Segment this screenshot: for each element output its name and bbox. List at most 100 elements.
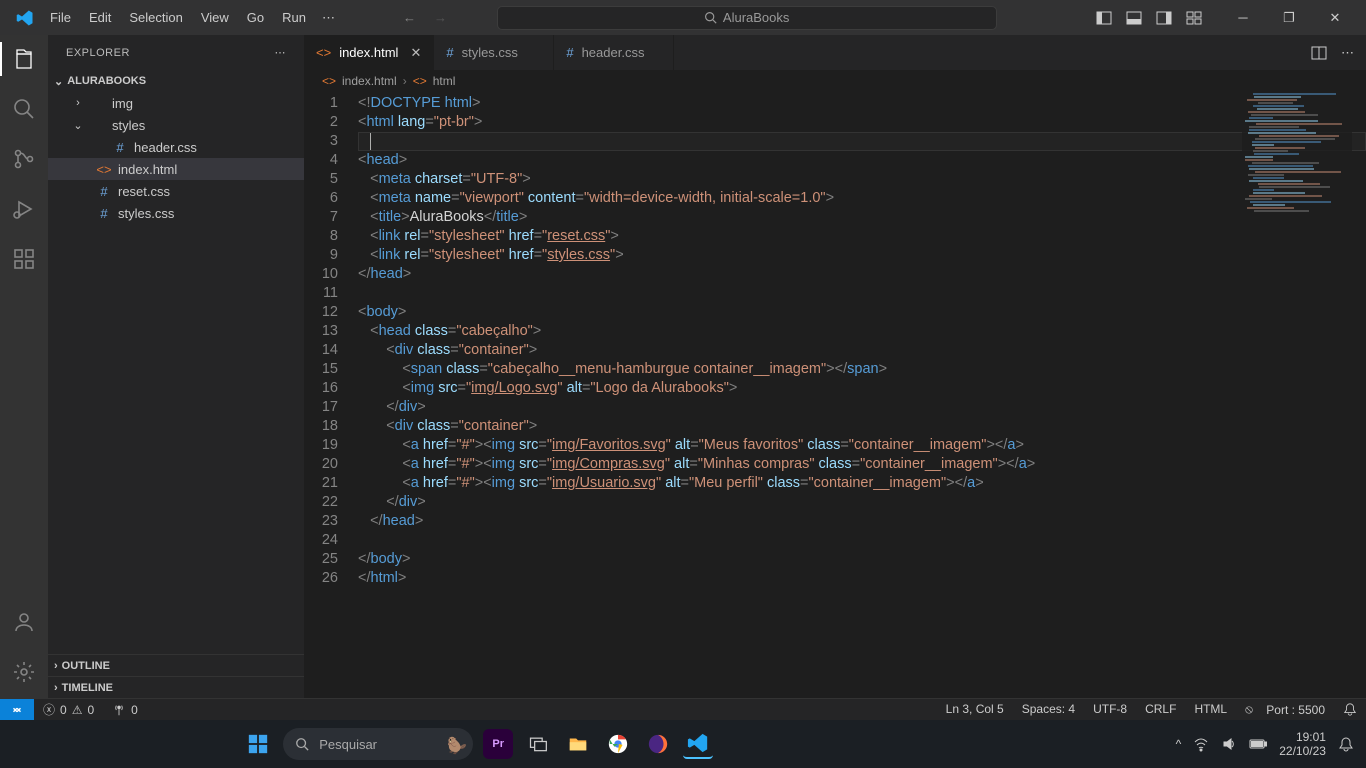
sidebar-header: EXPLORER ⋯ — [48, 35, 304, 70]
activity-account-icon[interactable] — [10, 608, 38, 636]
search-icon — [295, 737, 309, 751]
file-tree: ›img⌄styles#header.css<>index.html#reset… — [48, 92, 304, 654]
nav-forward-icon[interactable]: → — [434, 10, 447, 25]
activity-settings-icon[interactable] — [10, 658, 38, 686]
menu-go[interactable]: Go — [239, 6, 272, 29]
vscode-logo-icon — [16, 9, 34, 27]
breadcrumb[interactable]: <> index.html › <> html — [304, 70, 1366, 92]
activity-extensions-icon[interactable] — [10, 245, 38, 273]
eol-button[interactable]: CRLF — [1136, 702, 1185, 716]
antenna-icon — [112, 703, 126, 717]
breadcrumb-file: index.html — [342, 74, 397, 88]
menu-run[interactable]: Run — [274, 6, 314, 29]
chevron-down-icon: ⌄ — [54, 75, 63, 88]
breadcrumb-node: html — [433, 74, 456, 88]
tray-volume-icon[interactable] — [1221, 736, 1237, 752]
error-icon: ⓧ — [43, 701, 55, 718]
command-center[interactable]: AluraBooks — [497, 6, 997, 30]
element-icon: <> — [413, 74, 427, 88]
editor-tab[interactable]: #styles.css — [434, 35, 554, 70]
close-icon[interactable]: ✕ — [410, 45, 421, 61]
taskbar-clock[interactable]: 19:01 22/10/23 — [1279, 730, 1326, 758]
timeline-section[interactable]: ›TIMELINE — [48, 676, 304, 698]
taskbar-search-placeholder: Pesquisar — [319, 737, 377, 752]
tray-battery-icon[interactable] — [1249, 738, 1267, 750]
menu-file[interactable]: File — [42, 6, 79, 29]
tray-chevron-icon[interactable]: ^ — [1176, 737, 1182, 751]
tab-more-icon[interactable]: ⋯ — [1341, 45, 1354, 61]
project-header[interactable]: ⌄ ALURABOOKS — [48, 70, 304, 92]
tree-item[interactable]: ⌄styles — [48, 114, 304, 136]
taskbar-search[interactable]: Pesquisar 🦫 — [283, 728, 473, 760]
liveserver-button[interactable]: ⦸ Port : 5500 — [1236, 702, 1334, 717]
nav-back-icon[interactable]: ← — [403, 10, 416, 25]
encoding-button[interactable]: UTF-8 — [1084, 702, 1136, 716]
code-editor[interactable]: 1234567891011121314151617181920212223242… — [304, 92, 1366, 698]
remote-button[interactable] — [0, 699, 34, 720]
ports-button[interactable]: 0 — [103, 699, 147, 720]
tree-item[interactable]: #styles.css — [48, 202, 304, 224]
layout-sidebar-left-icon[interactable] — [1096, 10, 1112, 26]
explorer-more-icon[interactable]: ⋯ — [275, 46, 287, 59]
chevron-right-icon: › — [54, 660, 58, 672]
language-button[interactable]: HTML — [1185, 702, 1236, 716]
split-editor-icon[interactable] — [1311, 45, 1327, 61]
menu-selection[interactable]: Selection — [121, 6, 190, 29]
taskbar-app-explorer[interactable] — [563, 729, 593, 759]
activity-search-icon[interactable] — [10, 95, 38, 123]
layout-sidebar-right-icon[interactable] — [1156, 10, 1172, 26]
layout-customize-icon[interactable] — [1186, 10, 1202, 26]
code-content[interactable]: <!DOCTYPE html><html lang="pt-br"> <head… — [358, 92, 1366, 698]
activity-bar — [0, 35, 48, 698]
search-text: AluraBooks — [723, 10, 789, 25]
indent-button[interactable]: Spaces: 4 — [1013, 702, 1084, 716]
status-bar: ⓧ0 ⚠0 0 Ln 3, Col 5 Spaces: 4 UTF-8 CRLF… — [0, 698, 1366, 720]
minimize-button[interactable]: ─ — [1220, 0, 1266, 35]
start-button[interactable] — [243, 729, 273, 759]
explorer-title: EXPLORER — [66, 47, 130, 59]
menu-view[interactable]: View — [193, 6, 237, 29]
menu-overflow[interactable]: ⋯ — [314, 6, 343, 30]
nav-arrows: ← → — [403, 10, 447, 25]
minimap[interactable] — [1242, 92, 1352, 212]
menu-edit[interactable]: Edit — [81, 6, 119, 29]
outline-section[interactable]: ›OUTLINE — [48, 654, 304, 676]
tree-item[interactable]: #header.css — [48, 136, 304, 158]
warning-icon: ⚠ — [72, 703, 83, 717]
project-name: ALURABOOKS — [67, 75, 146, 87]
windows-taskbar: Pesquisar 🦫 Pr ^ 19:01 22/10/23 — [0, 720, 1366, 768]
taskbar-app-taskview[interactable] — [523, 729, 553, 759]
layout-panel-icon[interactable] — [1126, 10, 1142, 26]
tray-wifi-icon[interactable] — [1193, 736, 1209, 752]
activity-debug-icon[interactable] — [10, 195, 38, 223]
tree-item[interactable]: <>index.html — [48, 158, 304, 180]
tab-actions: ⋯ — [1299, 35, 1366, 70]
close-button[interactable]: ✕ — [1312, 0, 1358, 35]
maximize-button[interactable]: ❐ — [1266, 0, 1312, 35]
editor-tab[interactable]: <>index.html✕ — [304, 35, 434, 70]
tray-notifications-icon[interactable] — [1338, 736, 1354, 752]
taskbar-app-premiere[interactable]: Pr — [483, 729, 513, 759]
search-icon — [704, 11, 717, 24]
taskbar-app-firefox[interactable] — [643, 729, 673, 759]
editor-area: <>index.html✕#styles.css#header.css ⋯ <>… — [304, 35, 1366, 698]
activity-explorer-icon[interactable] — [10, 45, 38, 73]
broadcast-icon: ⦸ — [1245, 702, 1253, 717]
editor-tab[interactable]: #header.css — [554, 35, 674, 70]
file-icon: <> — [322, 74, 336, 88]
activity-sourcecontrol-icon[interactable] — [10, 145, 38, 173]
cursor-position[interactable]: Ln 3, Col 5 — [937, 702, 1013, 716]
chevron-right-icon: › — [403, 74, 407, 88]
chevron-right-icon: › — [54, 682, 58, 694]
problems-button[interactable]: ⓧ0 ⚠0 — [34, 699, 103, 720]
layout-controls — [1096, 10, 1202, 26]
taskbar-app-vscode[interactable] — [683, 729, 713, 759]
editor-tabs: <>index.html✕#styles.css#header.css ⋯ — [304, 35, 1366, 70]
window-controls: ─ ❐ ✕ — [1220, 0, 1358, 35]
taskbar-app-chrome[interactable] — [603, 729, 633, 759]
title-bar: FileEditSelectionViewGoRun ⋯ ← → AluraBo… — [0, 0, 1366, 35]
tree-item[interactable]: ›img — [48, 92, 304, 114]
notifications-icon[interactable] — [1334, 702, 1366, 716]
tree-item[interactable]: #reset.css — [48, 180, 304, 202]
taskbar-search-animal-icon: 🦫 — [447, 736, 467, 756]
